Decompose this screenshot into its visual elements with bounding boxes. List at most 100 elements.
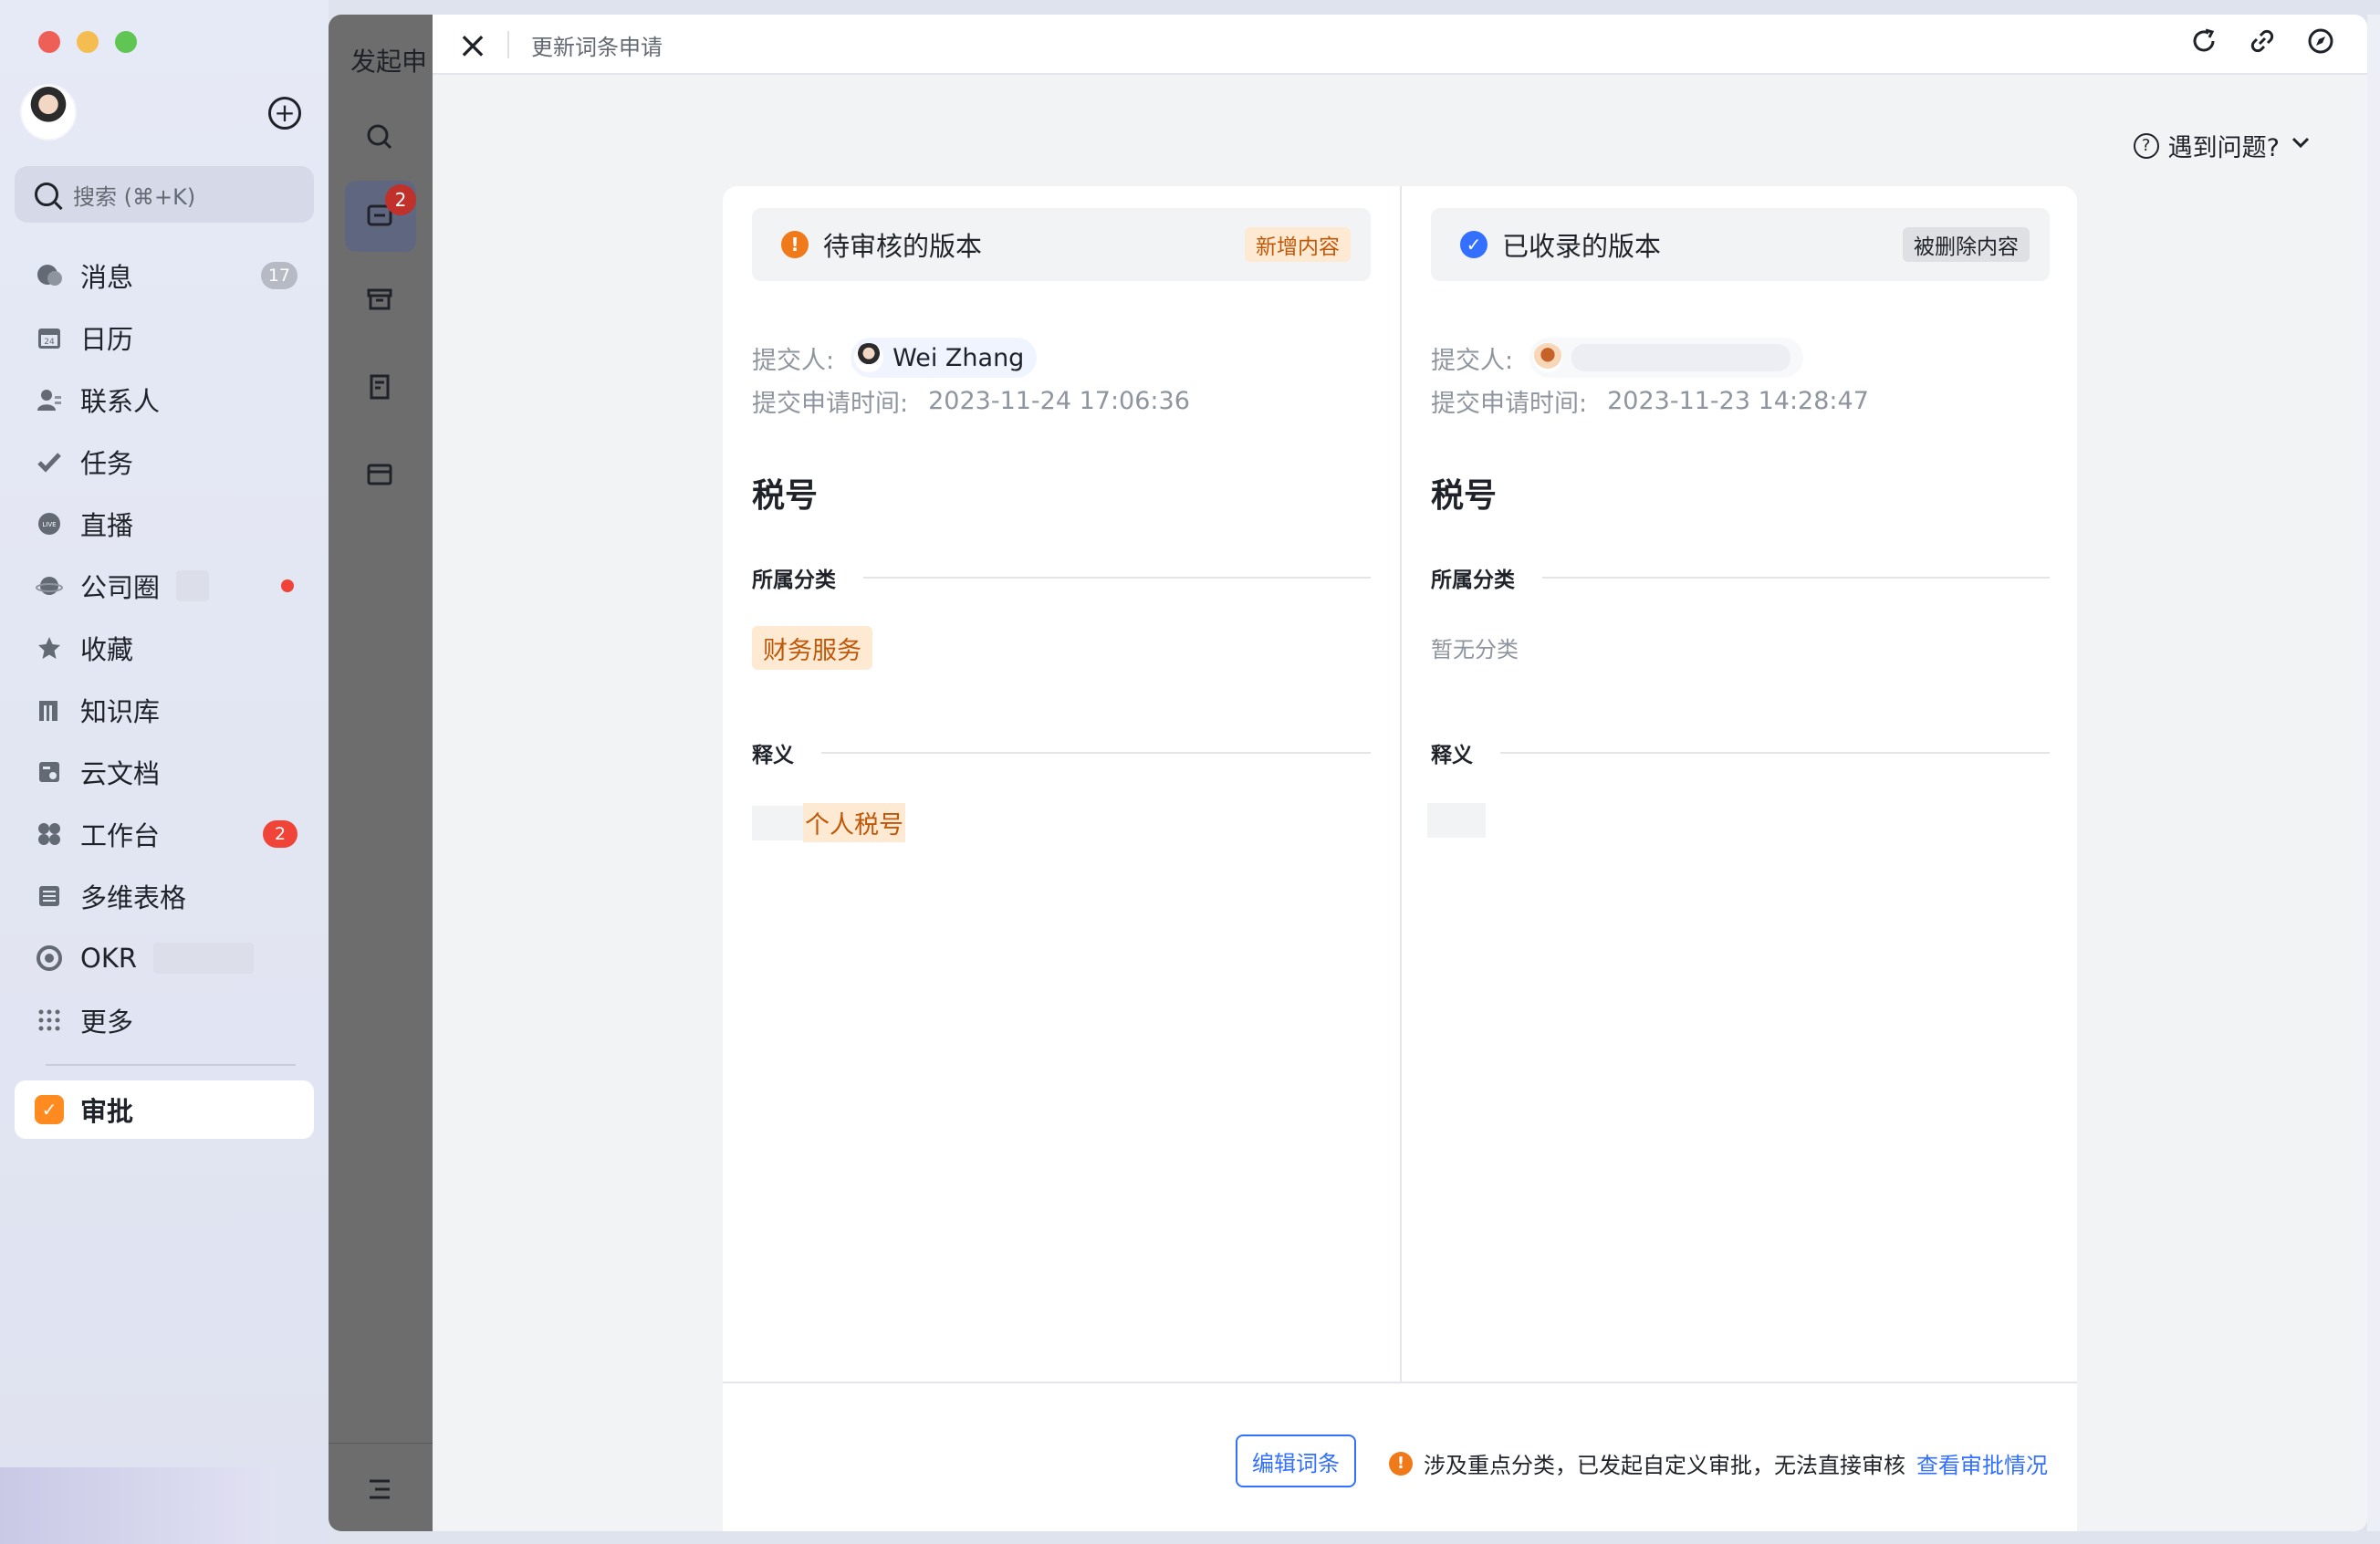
planet-icon <box>35 571 64 600</box>
deleted-content-tag: 被删除内容 <box>1903 227 2030 262</box>
doc-icon <box>35 757 64 787</box>
avatar <box>854 343 884 372</box>
sidebar-item-okr[interactable]: OKR <box>15 927 314 989</box>
term-title: 税号 <box>1431 477 1498 515</box>
sidebar-item-label: 知识库 <box>80 696 161 727</box>
recorded-version-header: ✓ 已收录的版本 被删除内容 <box>1431 208 2050 281</box>
section-rule <box>1542 577 2050 579</box>
recorded-version-panel: ✓ 已收录的版本 被删除内容 提交人: 提交申请时间: 2023-11-23 1… <box>1402 186 2079 1382</box>
version-compare-card: ! 待审核的版本 新增内容 提交人: Wei Zhang 提交申请时间: 202… <box>723 186 2077 1531</box>
subnav-divider <box>329 1443 433 1444</box>
link-icon[interactable] <box>2245 27 2280 62</box>
added-content-tag: 新增内容 <box>1245 227 1351 262</box>
term-title: 税号 <box>752 477 819 515</box>
sidebar-item-live[interactable]: LIVE 直播 <box>15 493 314 555</box>
warning-icon: ! <box>1389 1451 1413 1476</box>
category-section-heading: 所属分类 <box>1431 562 2050 593</box>
menu-icon[interactable] <box>360 1469 400 1509</box>
approval-subnav: 发起申 2 <box>329 15 433 1531</box>
svg-text:LIVE: LIVE <box>42 521 56 528</box>
category-heading-label: 所属分类 <box>752 569 836 592</box>
archive-icon[interactable] <box>360 279 400 319</box>
redacted-block <box>176 570 210 601</box>
sidebar-item-contacts[interactable]: 联系人 <box>15 369 314 431</box>
search-placeholder: 搜索 (⌘+K) <box>73 183 196 210</box>
compass-icon[interactable] <box>2303 27 2338 62</box>
notice-text: 涉及重点分类，已发起自定义审批，无法直接审核 <box>1424 1453 1905 1478</box>
submitter-row: 提交人: Wei Zhang <box>752 338 1038 378</box>
sidebar-item-moments[interactable]: 公司圈 <box>15 555 314 617</box>
submit-time-value: 2023-11-24 17:06:36 <box>928 387 1190 415</box>
sidebar-item-bitable[interactable]: 多维表格 <box>15 865 314 927</box>
svg-text:24: 24 <box>44 338 55 347</box>
avatar <box>1533 343 1563 372</box>
pending-version-header: ! 待审核的版本 新增内容 <box>752 208 1371 281</box>
zoom-window-button[interactable] <box>115 31 137 53</box>
sidebar-divider <box>46 1064 296 1066</box>
sidebar-item-wiki[interactable]: 知识库 <box>15 679 314 741</box>
app-sidebar: + 搜索 (⌘+K) 消息 17 24 日历 联系人 任务 LIVE 直播 公司… <box>0 0 329 1544</box>
refresh-icon[interactable] <box>2187 27 2221 62</box>
action-footer: 编辑词条 ! 涉及重点分类，已发起自定义审批，无法直接审核 查看审批情况 <box>723 1383 2077 1531</box>
minimize-window-button[interactable] <box>77 31 99 53</box>
close-window-button[interactable] <box>38 31 60 53</box>
submit-time-label: 提交申请时间: <box>752 390 909 418</box>
sidebar-item-approval[interactable]: ✓ 审批 <box>15 1080 314 1139</box>
sidebar-item-docs[interactable]: 云文档 <box>15 741 314 803</box>
definition-heading-label: 释义 <box>1431 744 1473 767</box>
sidebar-item-label: 任务 <box>80 448 134 479</box>
redacted-block <box>153 943 254 974</box>
sidebar-item-label: 公司圈 <box>80 572 161 603</box>
help-label: 遇到问题? <box>2167 134 2280 162</box>
definition-content: 个人税号 <box>752 803 905 842</box>
search-input[interactable]: 搜索 (⌘+K) <box>15 166 314 223</box>
task-check-icon <box>35 447 64 476</box>
sidebar-item-more[interactable]: 更多 <box>15 989 314 1051</box>
chat-bubble-icon <box>35 261 64 290</box>
submitter-name: Wei Zhang <box>892 343 1025 372</box>
dots-grid-icon <box>35 1006 64 1035</box>
avatar[interactable] <box>20 84 77 141</box>
pending-count-badge: 2 <box>385 184 416 215</box>
view-approval-link[interactable]: 查看审批情况 <box>1916 1447 2048 1479</box>
sidebar-item-calendar[interactable]: 24 日历 <box>15 307 314 369</box>
submitter-row: 提交人: <box>1431 338 1804 378</box>
table-icon <box>35 882 64 911</box>
recorded-version-title: 已收录的版本 <box>1502 231 1662 262</box>
definition-added-text: 个人税号 <box>803 803 905 842</box>
approval-notice: ! 涉及重点分类，已发起自定义审批，无法直接审核 查看审批情况 <box>1316 1447 2048 1479</box>
add-icon[interactable]: + <box>268 97 301 130</box>
redacted-block <box>0 1467 274 1544</box>
submitter-chip[interactable] <box>1529 338 1804 378</box>
calendar-icon: 24 <box>35 323 64 352</box>
section-rule <box>1500 752 2050 754</box>
section-rule <box>863 577 1371 579</box>
sidebar-item-favorites[interactable]: 收藏 <box>15 617 314 679</box>
sidebar-item-label: 多维表格 <box>80 882 187 913</box>
submitter-chip[interactable]: Wei Zhang <box>851 338 1038 378</box>
sidebar-item-tasks[interactable]: 任务 <box>15 431 314 493</box>
redacted-block <box>1427 803 1486 838</box>
warning-icon: ! <box>781 231 809 258</box>
sidebar-item-workplace[interactable]: 工作台 2 <box>15 803 314 865</box>
sidebar-item-messages[interactable]: 消息 17 <box>15 245 314 307</box>
help-menu[interactable]: ? 遇到问题? <box>2133 128 2312 163</box>
book-icon <box>35 695 64 725</box>
contacts-icon <box>35 385 64 414</box>
close-icon[interactable]: × <box>456 27 489 64</box>
cc-icon[interactable] <box>360 454 400 495</box>
topbar-separator <box>507 31 509 58</box>
approval-icon: ✓ <box>35 1095 64 1124</box>
sidebar-item-label: 消息 <box>80 262 134 293</box>
grid-icon <box>35 819 64 849</box>
definition-section-heading: 释义 <box>752 737 1371 768</box>
subnav-title: 发起申 <box>350 47 428 77</box>
new-dot-badge <box>281 579 294 592</box>
sidebar-item-label: 联系人 <box>80 386 161 417</box>
window-edge <box>2367 15 2380 1531</box>
chevron-down-icon <box>2289 130 2312 161</box>
sidebar-item-label: 更多 <box>80 1007 134 1038</box>
window-controls <box>38 31 137 53</box>
submitted-icon[interactable] <box>360 367 400 407</box>
search-icon[interactable] <box>360 117 400 157</box>
